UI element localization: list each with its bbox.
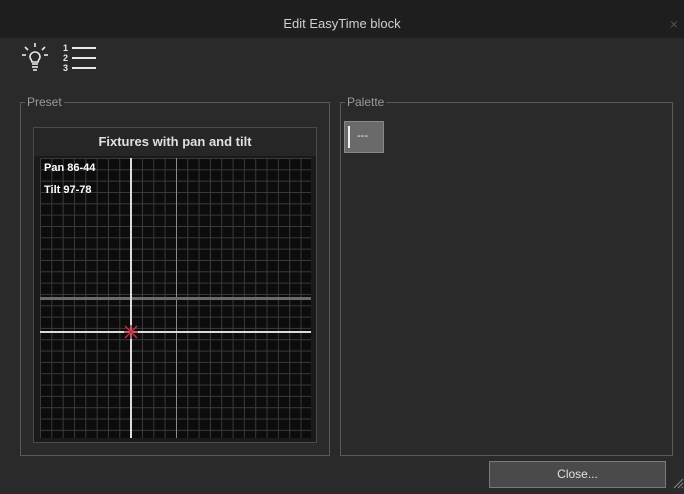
title-bar: Edit EasyTime block × [0, 0, 684, 38]
center-horizontal-line [40, 297, 311, 300]
pan-readout: Pan 86-44 [44, 162, 96, 174]
resize-grip-icon[interactable] [672, 476, 684, 494]
palette-group: Palette [340, 94, 673, 456]
svg-text:1: 1 [63, 43, 68, 53]
svg-text:3: 3 [63, 63, 68, 73]
tilt-readout: Tilt 97-78 [44, 184, 92, 196]
palette-group-label: Palette [345, 94, 387, 110]
svg-text:2: 2 [63, 53, 68, 63]
crosshair-vertical-line [130, 158, 132, 438]
palette-item-label: --- [357, 130, 368, 142]
crosshair-horizontal-line [40, 331, 311, 333]
panel-title: Fixtures with pan and tilt [34, 128, 316, 156]
palette-item[interactable]: --- [344, 121, 384, 153]
numbered-list-icon[interactable]: 1 2 3 [63, 43, 97, 78]
position-marker-icon[interactable] [123, 324, 139, 340]
preset-group-label: Preset [25, 94, 64, 110]
close-button[interactable]: Close... [489, 461, 666, 488]
window-title: Edit EasyTime block [283, 16, 401, 31]
close-icon[interactable]: × [670, 16, 678, 32]
lightbulb-icon[interactable] [22, 42, 48, 77]
pan-tilt-panel: Fixtures with pan and tilt Pan 86-44 Til… [33, 127, 317, 443]
pan-tilt-grid[interactable]: Pan 86-44 Tilt 97-78 [40, 158, 311, 438]
edit-easytime-dialog: Edit EasyTime block × 1 2 3 Preset Fixtu… [0, 0, 684, 494]
palette-item-indicator [348, 126, 350, 148]
